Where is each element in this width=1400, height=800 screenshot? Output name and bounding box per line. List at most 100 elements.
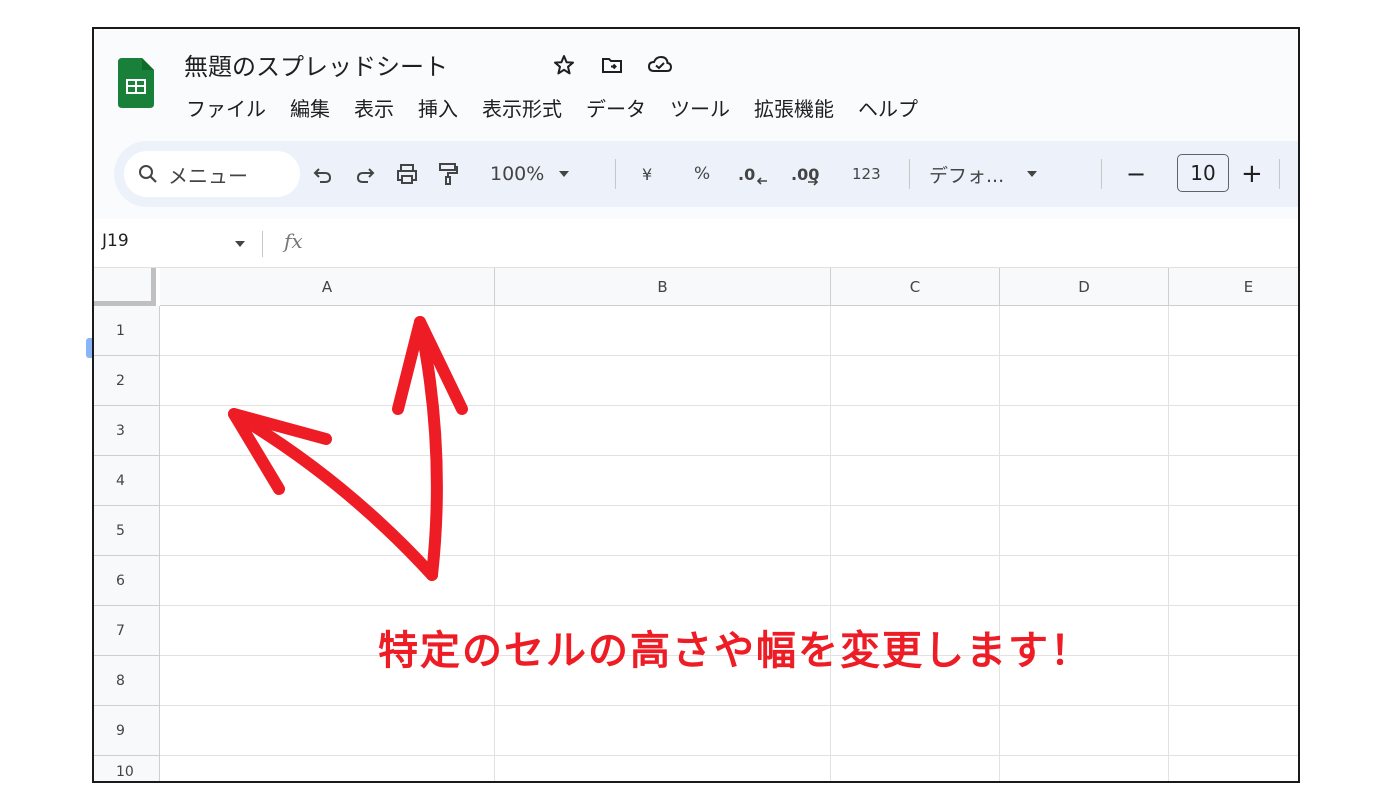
cell-e9[interactable] xyxy=(1169,706,1298,756)
print-icon[interactable] xyxy=(395,162,419,186)
cell-d4[interactable] xyxy=(1000,456,1169,506)
sheets-logo-icon[interactable] xyxy=(118,58,154,108)
cell-a1[interactable] xyxy=(160,306,495,356)
column-header-d[interactable]: D xyxy=(1000,268,1169,306)
cell-e6[interactable] xyxy=(1169,556,1298,606)
document-title[interactable]: 無題のスプレッドシート xyxy=(184,47,448,82)
chevron-down-icon[interactable] xyxy=(234,240,246,248)
toolbar-divider xyxy=(615,159,616,189)
cell-c3[interactable] xyxy=(831,406,1000,456)
cell-e4[interactable] xyxy=(1169,456,1298,506)
font-size-input[interactable]: 10 xyxy=(1177,154,1229,192)
zoom-select[interactable]: 100% xyxy=(490,141,570,207)
cell-d6[interactable] xyxy=(1000,556,1169,606)
menu-data[interactable]: データ xyxy=(584,91,648,124)
paint-format-icon[interactable] xyxy=(436,161,460,187)
cell-d2[interactable] xyxy=(1000,356,1169,406)
cell-b3[interactable] xyxy=(495,406,831,456)
row-header-3[interactable]: 3 xyxy=(94,406,160,456)
row-header-5[interactable]: 5 xyxy=(94,506,160,556)
cell-b2[interactable] xyxy=(495,356,831,406)
row-header-6[interactable]: 6 xyxy=(94,556,160,606)
cell-a9[interactable] xyxy=(160,706,495,756)
row-header-1[interactable]: 1 xyxy=(94,306,160,356)
menu-edit[interactable]: 編集 xyxy=(288,91,332,124)
toolbar-divider xyxy=(1101,159,1102,189)
cell-b6[interactable] xyxy=(495,556,831,606)
arrow-right-icon xyxy=(808,178,819,186)
font-select[interactable]: デフォ... xyxy=(929,141,1038,207)
move-to-folder-icon[interactable] xyxy=(598,51,626,79)
row-header-2[interactable]: 2 xyxy=(94,356,160,406)
menu-extensions[interactable]: 拡張機能 xyxy=(752,91,836,124)
cell-e7[interactable] xyxy=(1169,606,1298,656)
decrease-font-size-button[interactable]: − xyxy=(1126,141,1146,207)
cell-b4[interactable] xyxy=(495,456,831,506)
cell-a10[interactable] xyxy=(160,756,495,781)
cloud-status-icon[interactable] xyxy=(646,51,674,79)
menu-tools[interactable]: ツール xyxy=(668,91,732,124)
menu-search[interactable]: メニュー xyxy=(124,151,300,197)
increase-font-size-button[interactable]: + xyxy=(1241,141,1263,207)
cell-a4[interactable] xyxy=(160,456,495,506)
row-header-8[interactable]: 8 xyxy=(94,656,160,706)
cell-c5[interactable] xyxy=(831,506,1000,556)
decrease-decimal-button[interactable]: .0 xyxy=(738,141,768,207)
sheet-grid: A B C D E 1 2 3 4 5 6 7 8 9 10 xyxy=(94,268,1298,781)
cell-a3[interactable] xyxy=(160,406,495,456)
font-name: デフォ... xyxy=(929,164,1005,187)
column-header-e[interactable]: E xyxy=(1169,268,1298,306)
cell-d1[interactable] xyxy=(1000,306,1169,356)
redo-icon[interactable] xyxy=(354,163,376,185)
cell-e10[interactable] xyxy=(1169,756,1298,781)
format-currency-button[interactable]: ¥ xyxy=(642,141,652,207)
cell-e1[interactable] xyxy=(1169,306,1298,356)
cell-d9[interactable] xyxy=(1000,706,1169,756)
annotation-text: 特定のセルの高さや幅を変更します！ xyxy=(378,628,1092,674)
minus-label: − xyxy=(1126,160,1147,188)
cell-e3[interactable] xyxy=(1169,406,1298,456)
undo-icon[interactable] xyxy=(312,163,334,185)
decrease-decimal-label: .0 xyxy=(738,164,756,184)
cell-b1[interactable] xyxy=(495,306,831,356)
cell-d5[interactable] xyxy=(1000,506,1169,556)
arrow-left-icon xyxy=(757,177,768,185)
cell-c2[interactable] xyxy=(831,356,1000,406)
cell-a5[interactable] xyxy=(160,506,495,556)
cell-b9[interactable] xyxy=(495,706,831,756)
menu-insert[interactable]: 挿入 xyxy=(416,91,460,124)
cell-c6[interactable] xyxy=(831,556,1000,606)
cell-e5[interactable] xyxy=(1169,506,1298,556)
row-header-10[interactable]: 10 xyxy=(94,756,160,781)
column-header-a[interactable]: A xyxy=(160,268,495,306)
cell-c10[interactable] xyxy=(831,756,1000,781)
name-box[interactable]: J19 xyxy=(102,231,129,251)
cell-a6[interactable] xyxy=(160,556,495,606)
cell-b5[interactable] xyxy=(495,506,831,556)
increase-decimal-button[interactable]: .00 xyxy=(791,141,819,207)
cell-e8[interactable] xyxy=(1169,656,1298,706)
row-header-9[interactable]: 9 xyxy=(94,706,160,756)
menu-file[interactable]: ファイル xyxy=(184,91,268,124)
format-percent-button[interactable]: % xyxy=(694,141,710,207)
toolbar-divider xyxy=(909,159,910,189)
row-header-4[interactable]: 4 xyxy=(94,456,160,506)
cell-b10[interactable] xyxy=(495,756,831,781)
menu-format[interactable]: 表示形式 xyxy=(480,91,564,124)
row-header-7[interactable]: 7 xyxy=(94,606,160,656)
cell-a2[interactable] xyxy=(160,356,495,406)
cell-c4[interactable] xyxy=(831,456,1000,506)
cell-d10[interactable] xyxy=(1000,756,1169,781)
cell-c9[interactable] xyxy=(831,706,1000,756)
star-icon[interactable] xyxy=(550,51,578,79)
cell-e2[interactable] xyxy=(1169,356,1298,406)
select-all-corner[interactable] xyxy=(94,268,156,306)
column-header-b[interactable]: B xyxy=(495,268,831,306)
search-icon xyxy=(139,165,157,183)
menu-help[interactable]: ヘルプ xyxy=(856,91,920,124)
menu-view[interactable]: 表示 xyxy=(352,91,396,124)
number-format-button[interactable]: 123 xyxy=(852,141,881,207)
column-header-c[interactable]: C xyxy=(831,268,1000,306)
cell-c1[interactable] xyxy=(831,306,1000,356)
cell-d3[interactable] xyxy=(1000,406,1169,456)
